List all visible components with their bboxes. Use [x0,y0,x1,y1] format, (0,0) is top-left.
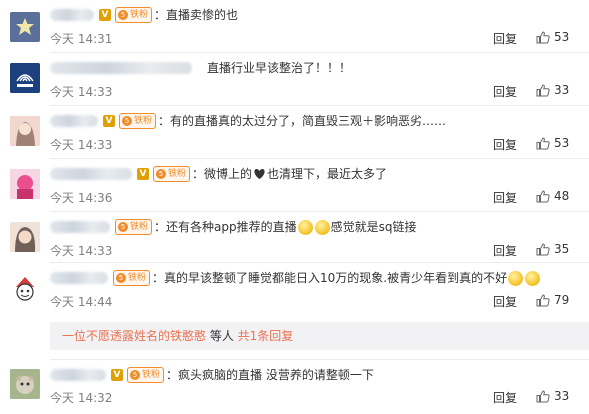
verified-badge: V [103,115,115,127]
username-blurred[interactable] [50,9,94,21]
reply-button[interactable]: 回复 [493,136,517,153]
like-button[interactable]: 33 [536,83,569,97]
thumbs-up-icon [536,242,550,255]
comment-item: V 5 铁粉 ：有的直播真的太过分了，简直毁三观＋影响恶劣…… 今天 14:33 … [0,106,589,158]
username-blurred[interactable] [50,369,106,381]
heart-emoji-icon [254,169,265,179]
comment-item: V 5 铁粉 ：微博上的 也清理下，最近太多了 今天 14:36 回复 48 [0,159,589,211]
thumbs-up-icon [536,189,550,202]
smile-emoji-icon [297,219,313,235]
thumbs-up-icon [536,136,550,149]
avatar[interactable] [10,169,40,199]
username-blurred[interactable] [50,272,108,284]
thumbs-up-icon [536,83,550,96]
comment-text: ：还有各种app推荐的直播 [154,220,297,234]
fan-badge: 5 铁粉 [153,166,191,182]
comment-text: ：有的直播真的太过分了，简直毁三观＋影响恶劣…… [158,114,447,128]
comment-item: V 5 铁粉 ：直播卖惨的也 今天 14:31 回复 53 [0,0,589,52]
comment-item: V 5 铁粉 ：疯头疯脑的直播 没营养的请整顿一下 今天 14:32 回复 33 [0,360,589,414]
thumbs-up-icon [536,30,550,43]
reply-button[interactable]: 回复 [493,30,517,47]
fan-badge: 5 铁粉 [115,7,153,23]
comment-time: 今天 14:33 [50,85,113,99]
like-button[interactable]: 79 [536,293,569,307]
like-count: 53 [554,136,570,150]
like-button[interactable]: 53 [536,136,569,150]
fan-badge: 5 铁粉 [113,270,151,286]
comment-item: 5 铁粉 ：真的早该整顿了睡觉都能日入10万的现象.被青少年看到真的不好 今天 1… [0,263,589,311]
like-button[interactable]: 33 [536,389,569,403]
avatar[interactable] [10,63,40,93]
verified-badge: V [137,168,149,180]
smile-emoji-icon [314,219,330,235]
verified-badge: V [99,9,111,21]
sub-reply-connector: 等人 [206,329,238,343]
like-count: 79 [554,293,570,307]
avatar[interactable] [10,369,40,399]
sub-reply-box: 一位不愿透露姓名的铁憨憨 等人 共1条回复 [50,322,589,350]
avatar[interactable] [10,12,40,42]
avatar[interactable] [10,273,40,303]
comment-text: ：真的早该整顿了睡觉都能日入10万的现象.被青少年看到真的不好 [152,271,508,285]
avatar[interactable] [10,222,40,252]
like-button[interactable]: 48 [536,189,569,203]
like-button[interactable]: 35 [536,242,569,256]
comment-item: 5 铁粉 ：还有各种app推荐的直播 感觉就是sq链接 今天 14:33 回复 3… [0,212,589,262]
like-count: 35 [554,242,570,256]
fan-badge: 5 铁粉 [127,367,165,383]
verified-badge: V [111,369,123,381]
username-blurred[interactable] [50,115,98,127]
laugh-cry-emoji-icon [508,270,524,286]
laugh-cry-emoji-icon [525,270,541,286]
thumbs-up-icon [536,389,550,402]
thumbs-up-icon [536,293,550,306]
comment-text: ：疯头疯脑的直播 没营养的请整顿一下 [166,368,374,382]
comment-text-continued: 也清理下，最近太多了 [267,167,388,181]
comment-time: 今天 14:31 [50,32,113,46]
username-blurred[interactable] [50,168,132,180]
comment-item: 直播行业早该整治了！！！ 今天 14:33 回复 33 [0,53,589,105]
username-blurred[interactable] [50,221,110,233]
comment-time: 今天 14:44 [50,295,113,309]
fan-badge: 5 铁粉 [119,113,157,129]
comment-time: 今天 14:33 [50,138,113,152]
like-button[interactable]: 53 [536,30,569,44]
comment-time: 今天 14:33 [50,244,113,258]
reply-button[interactable]: 回复 [493,242,517,259]
like-count: 48 [554,189,570,203]
comment-text-continued: 感觉就是sq链接 [330,220,417,234]
comment-text: 直播行业早该整治了！！！ [207,61,352,75]
reply-button[interactable]: 回复 [493,189,517,206]
reply-button[interactable]: 回复 [493,293,517,310]
comment-text: ：直播卖惨的也 [154,8,239,22]
reply-button[interactable]: 回复 [493,389,517,406]
comment-text: ：微博上的 [192,167,253,181]
reply-button[interactable]: 回复 [493,83,517,100]
fan-badge: 5 铁粉 [115,219,153,235]
sub-reply-username[interactable]: 一位不愿透露姓名的铁憨憨 [62,329,206,343]
like-count: 53 [554,30,570,44]
comment-time: 今天 14:36 [50,191,113,205]
view-replies-link[interactable]: 共1条回复 [238,329,294,343]
username-blurred[interactable] [50,62,192,74]
avatar[interactable] [10,116,40,146]
like-count: 33 [554,389,570,403]
comment-time: 今天 14:32 [50,391,113,405]
like-count: 33 [554,83,570,97]
